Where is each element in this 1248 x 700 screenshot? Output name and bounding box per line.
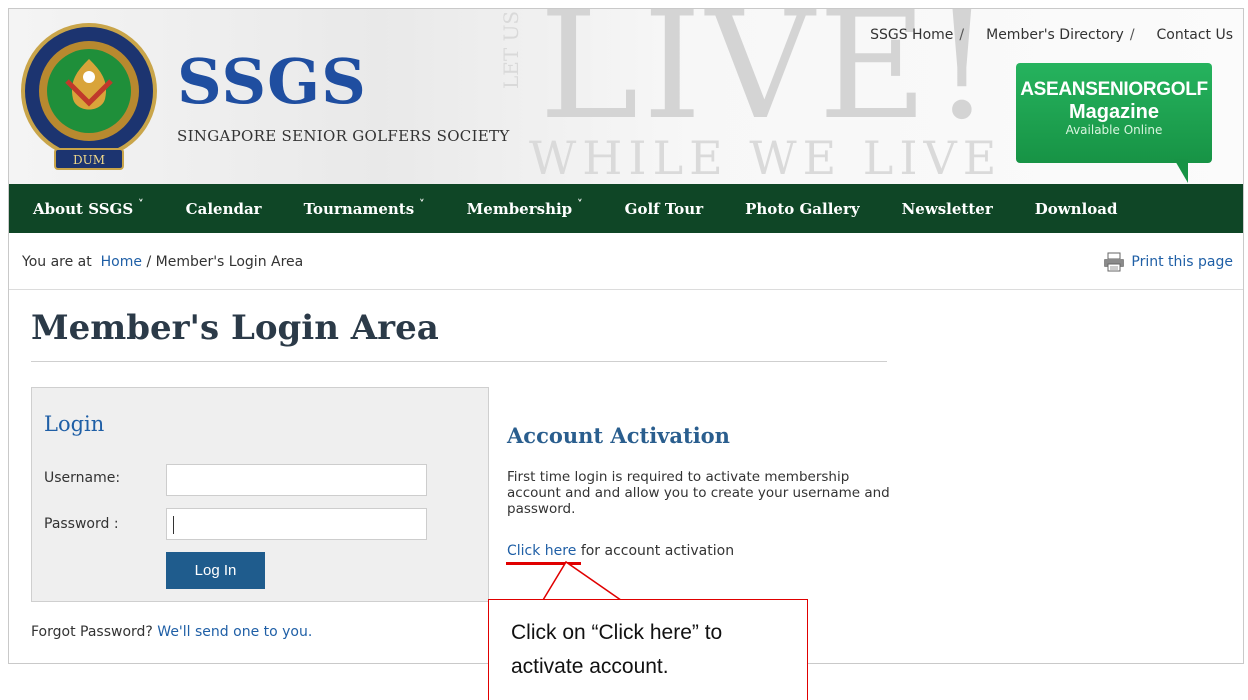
annotation-callout: Click on “Click here” to activate accoun… bbox=[488, 599, 808, 700]
nav-item-photo-gallery[interactable]: Photo Gallery bbox=[745, 200, 859, 218]
magazine-availability: Available Online bbox=[1065, 123, 1163, 137]
top-link-separator: / bbox=[1129, 27, 1135, 43]
nav-item-label: Calendar bbox=[185, 199, 262, 218]
nav-item-about-ssgs[interactable]: About SSGS ˅ bbox=[33, 198, 144, 218]
account-activation-heading: Account Activation bbox=[507, 423, 730, 448]
header-background-letus: LET US bbox=[499, 10, 523, 89]
top-utility-links: SSGS Home / Member's Directory / Contact… bbox=[870, 27, 1233, 43]
main-navigation: About SSGS ˅ Calendar Tournaments ˅ Memb… bbox=[9, 184, 1243, 233]
nav-item-label: About SSGS bbox=[33, 199, 134, 218]
top-link-separator: / bbox=[959, 27, 965, 43]
password-label: Password : bbox=[44, 516, 119, 532]
breadcrumb: You are at Home / Member's Login Area bbox=[22, 254, 303, 270]
account-activation-description: First time login is required to activate… bbox=[507, 469, 890, 517]
nav-item-calendar[interactable]: Calendar bbox=[186, 200, 262, 218]
nav-item-tournaments[interactable]: Tournaments ˅ bbox=[303, 198, 425, 218]
printer-icon bbox=[1104, 252, 1125, 272]
login-heading: Login bbox=[44, 412, 105, 436]
breadcrumb-bar: You are at Home / Member's Login Area Pr… bbox=[9, 233, 1243, 290]
nav-item-golf-tour[interactable]: Golf Tour bbox=[625, 200, 703, 218]
nav-item-download[interactable]: Download bbox=[1035, 200, 1118, 218]
page-title: Member's Login Area bbox=[31, 308, 439, 348]
breadcrumb-prefix: You are at bbox=[22, 254, 92, 270]
society-seal-logo[interactable]: DUM bbox=[17, 21, 167, 184]
forgot-password-link[interactable]: We'll send one to you. bbox=[157, 624, 312, 640]
log-in-button[interactable]: Log In bbox=[166, 552, 265, 589]
username-label: Username: bbox=[44, 470, 121, 486]
print-page-label: Print this page bbox=[1131, 254, 1233, 270]
nav-item-label: Download bbox=[1034, 199, 1118, 218]
header-background-motto: WHILE WE LIVE bbox=[529, 131, 1003, 184]
breadcrumb-current: Member's Login Area bbox=[155, 254, 304, 270]
password-input[interactable] bbox=[166, 508, 427, 540]
nav-item-newsletter[interactable]: Newsletter bbox=[902, 200, 993, 218]
site-tagline: SINGAPORE SENIOR GOLFERS SOCIETY bbox=[177, 127, 510, 145]
nav-item-label: Membership bbox=[466, 199, 573, 218]
site-brand-name[interactable]: SSGS bbox=[177, 45, 367, 118]
breadcrumb-home-link[interactable]: Home bbox=[101, 254, 142, 270]
top-link-members-directory[interactable]: Member's Directory bbox=[986, 27, 1124, 43]
nav-item-label: Golf Tour bbox=[624, 199, 704, 218]
nav-item-label: Photo Gallery bbox=[745, 199, 860, 218]
site-header: LIVE! WHILE WE LIVE LET US DUM SSGS SING… bbox=[9, 9, 1243, 184]
magazine-speech-tail bbox=[1174, 159, 1188, 183]
forgot-password-text: Forgot Password? bbox=[31, 624, 153, 640]
magazine-banner[interactable]: ASEANSENIORGOLF Magazine Available Onlin… bbox=[1016, 63, 1212, 163]
seal-icon: DUM bbox=[21, 23, 157, 170]
chevron-down-icon: ˅ bbox=[138, 198, 144, 211]
chevron-down-icon: ˅ bbox=[419, 198, 425, 211]
annotation-pointer bbox=[539, 560, 629, 606]
seal-banner-text: DUM bbox=[73, 153, 105, 167]
login-panel: Login Username: Password : Log In bbox=[31, 387, 489, 602]
print-page-link[interactable]: Print this page bbox=[1103, 252, 1233, 272]
title-divider bbox=[31, 361, 887, 362]
magazine-subtitle: Magazine bbox=[1068, 101, 1160, 123]
top-link-ssgs-home[interactable]: SSGS Home bbox=[870, 27, 953, 43]
forgot-password-line: Forgot Password? We'll send one to you. bbox=[31, 624, 312, 640]
top-link-contact-us[interactable]: Contact Us bbox=[1157, 27, 1233, 43]
magazine-title: ASEANSENIORGOLF bbox=[1020, 79, 1208, 100]
username-input[interactable] bbox=[166, 464, 427, 496]
nav-item-label: Tournaments bbox=[303, 199, 415, 218]
breadcrumb-separator: / bbox=[146, 254, 152, 270]
nav-item-label: Newsletter bbox=[901, 199, 993, 218]
text-caret bbox=[173, 516, 174, 534]
chevron-down-icon: ˅ bbox=[577, 198, 583, 211]
nav-item-membership[interactable]: Membership ˅ bbox=[466, 198, 583, 218]
